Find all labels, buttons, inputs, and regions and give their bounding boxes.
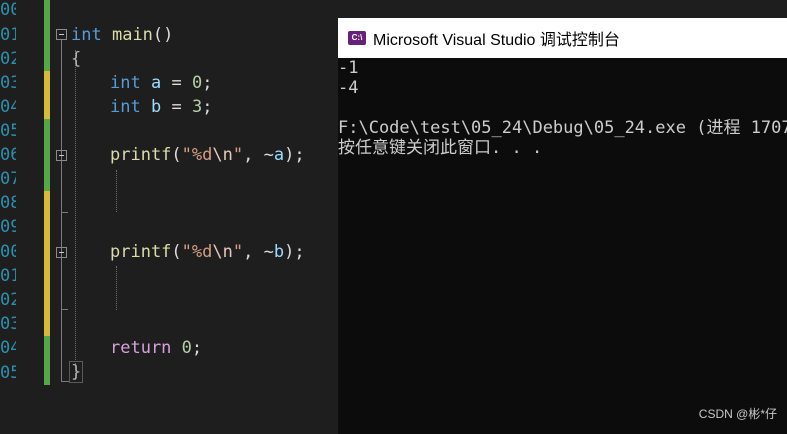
watermark: CSDN @彬*仔 [698, 407, 777, 421]
function-name: main [111, 25, 153, 45]
keyword: int [71, 25, 102, 45]
punctuation: ; [191, 338, 203, 358]
string: " [232, 242, 244, 262]
line-number: 06 [0, 145, 16, 165]
line-number: 03 [0, 73, 16, 93]
operator: = [161, 73, 192, 93]
punctuation: ( [171, 145, 182, 165]
indent-guide [75, 50, 76, 380]
line-number: 01 [0, 25, 16, 45]
escape-sequence: \n [212, 145, 233, 165]
output-line: -1 [338, 58, 359, 78]
visual-studio-icon: C:\ [348, 31, 366, 45]
code-line-printf-a[interactable]: printf("%d\n", ~a); [110, 143, 305, 167]
collapse-icon[interactable] [56, 247, 67, 258]
string: " [232, 145, 244, 165]
punctuation: ; [202, 73, 213, 93]
indent-guide [116, 266, 117, 310]
output-line: F:\Code\test\05_24\Debug\05_24.exe (进程 1… [338, 118, 787, 138]
operator: = [161, 97, 192, 117]
console-output[interactable]: -1 -4 F:\Code\test\05_24\Debug\05_24.exe… [338, 58, 787, 434]
code-line-decl-b[interactable]: int b = 3; [110, 95, 212, 119]
keyword: int [110, 73, 141, 93]
punctuation: ); [284, 242, 305, 262]
punctuation: , ~ [243, 242, 274, 262]
code-line-printf-b[interactable]: printf("%d\n", ~b); [110, 240, 305, 264]
escape-sequence: \n [212, 242, 233, 262]
line-number: 05 [0, 121, 16, 141]
outline-line [61, 40, 62, 382]
outline-end [61, 381, 69, 382]
line-number: 09 [0, 217, 16, 237]
number: 0 [181, 338, 192, 358]
punctuation: ; [202, 97, 213, 117]
code-line-close-brace[interactable]: } [69, 361, 84, 383]
keyword: return [110, 338, 172, 358]
number: 3 [191, 97, 203, 117]
line-number: 04 [0, 97, 16, 117]
code-line-main[interactable]: int main() [71, 23, 173, 47]
line-number: 07 [0, 169, 16, 189]
punctuation: ); [284, 145, 305, 165]
line-number: 02 [0, 49, 16, 69]
collapse-icon[interactable] [56, 150, 67, 161]
code-line-open-brace[interactable]: { [71, 47, 81, 71]
variable: a [273, 145, 285, 165]
line-number: 05 [0, 363, 16, 383]
outline-end [61, 212, 68, 213]
variable: b [273, 242, 285, 262]
punctuation: ( [171, 242, 182, 262]
line-number: 03 [0, 314, 16, 334]
function-name: printf [110, 242, 172, 262]
change-marker-saved [44, 336, 50, 385]
change-marker-saved [44, 0, 50, 71]
variable: b [150, 97, 162, 117]
string: "%d [181, 242, 213, 262]
indent-guide [116, 170, 117, 212]
function-name: printf [110, 145, 172, 165]
punctuation: , ~ [243, 145, 274, 165]
punctuation: () [152, 25, 174, 45]
line-number: 00 [0, 0, 16, 20]
change-marker-unsaved [44, 71, 50, 119]
line-number: 02 [0, 290, 16, 310]
brace: { [71, 49, 82, 69]
line-number: 04 [0, 338, 16, 358]
line-number: 00 [0, 242, 16, 262]
string: "%d [181, 145, 213, 165]
change-marker-unsaved [44, 191, 50, 336]
collapse-icon[interactable] [56, 29, 67, 40]
output-line: 按任意键关闭此窗口. . . [338, 138, 543, 158]
keyword: int [110, 97, 141, 117]
line-number: 01 [0, 266, 16, 286]
change-marker-saved [44, 119, 50, 191]
outline-end [61, 309, 68, 310]
debug-console-window[interactable]: C:\ Microsoft Visual Studio 调试控制台 -1 -4 … [338, 18, 787, 434]
brace: } [71, 362, 82, 382]
code-line-decl-a[interactable]: int a = 0; [110, 71, 212, 95]
code-line-return[interactable]: return 0; [110, 336, 202, 360]
number: 0 [191, 73, 203, 93]
variable: a [150, 73, 162, 93]
output-line: -4 [338, 78, 359, 98]
console-title: Microsoft Visual Studio 调试控制台 [373, 32, 620, 49]
line-number: 08 [0, 193, 16, 213]
console-title-bar[interactable]: C:\ Microsoft Visual Studio 调试控制台 [338, 18, 787, 58]
